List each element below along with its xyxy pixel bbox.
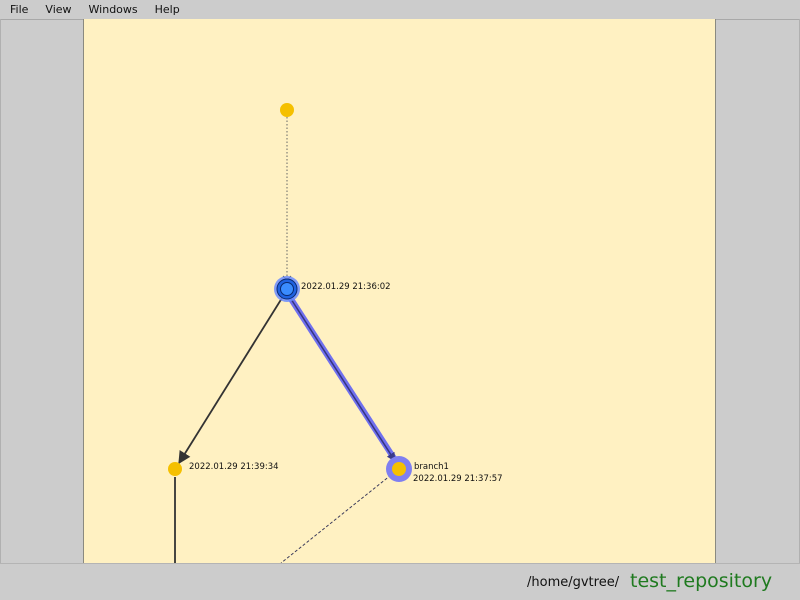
edge-dashed xyxy=(280,474,392,563)
menu-windows[interactable]: Windows xyxy=(79,3,145,16)
repository-path: /home/gvtree/ xyxy=(527,575,620,590)
node-branch1-label: 2022.01.29 21:37:57 xyxy=(413,474,503,484)
node-left[interactable] xyxy=(168,462,182,476)
node-current-core xyxy=(280,282,294,296)
repository-name: test_repository xyxy=(630,570,773,592)
node-left-label: 2022.01.29 21:39:34 xyxy=(189,462,279,472)
edge-highlight-inner xyxy=(290,298,396,462)
edge-solid xyxy=(178,297,283,465)
right-panel xyxy=(716,19,800,563)
menu-view[interactable]: View xyxy=(35,3,78,16)
version-graph: 2022.01.29 21:36:02 2022.01.29 21:39:34 … xyxy=(168,103,503,563)
node-branch1 xyxy=(392,462,406,476)
node-branch1-name: branch1 xyxy=(414,462,449,472)
menu-bar: File View Windows Help xyxy=(0,0,800,19)
node-current-label: 2022.01.29 21:36:02 xyxy=(301,282,391,292)
menu-help[interactable]: Help xyxy=(145,3,187,16)
graph-canvas[interactable]: 2022.01.29 21:36:02 2022.01.29 21:39:34 … xyxy=(83,19,716,563)
menu-file[interactable]: File xyxy=(0,3,35,16)
left-panel xyxy=(0,19,83,563)
node-root-top[interactable] xyxy=(280,103,294,117)
